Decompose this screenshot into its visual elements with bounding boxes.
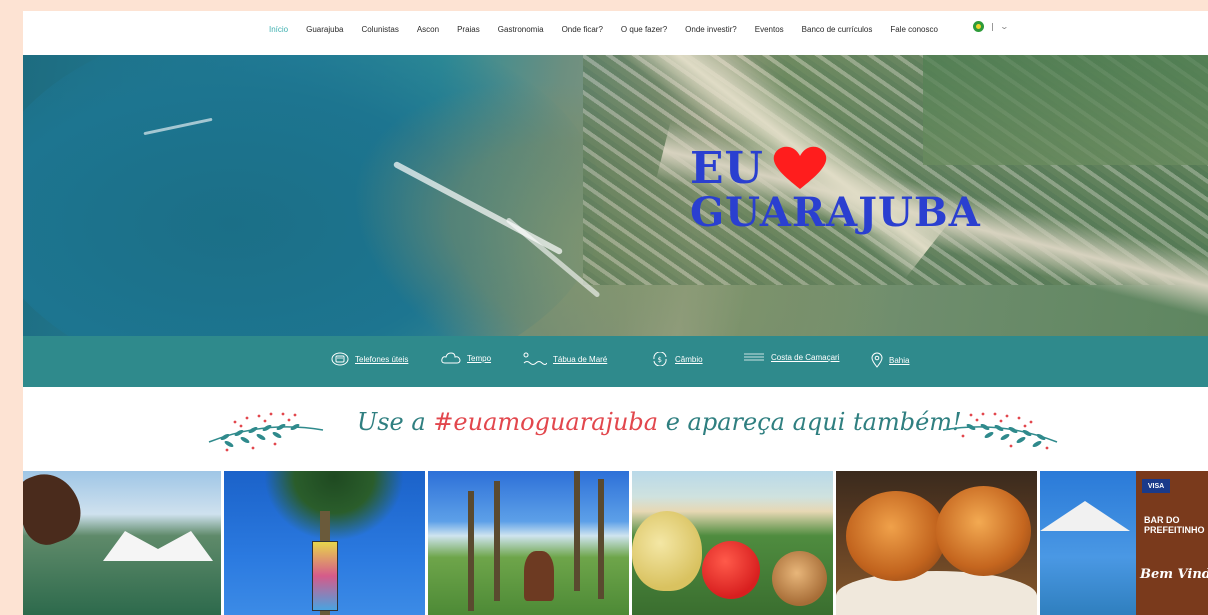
gallery-photo-palm-lawn[interactable] — [428, 471, 629, 615]
info-link-bahia[interactable]: Bahia — [871, 352, 909, 368]
photo-hand — [23, 471, 90, 552]
photo-plate — [836, 571, 1037, 615]
hero-title-line1: EU — [690, 142, 764, 194]
language-selector[interactable]: ⌄ — [973, 21, 1009, 32]
photo-roast-chicken — [936, 486, 1031, 576]
svg-text:$: $ — [658, 356, 662, 364]
nav-item-onde-investir[interactable]: Onde investir? — [685, 25, 737, 34]
top-navigation: Início Guarajuba Colunistas Ascon Praias… — [23, 11, 1208, 55]
info-link-telefones[interactable]: Telefones úteis — [331, 352, 408, 366]
photo-palm-leaves — [264, 471, 404, 541]
info-link-tabua-de-mare[interactable]: Tábua de Maré — [523, 352, 607, 366]
nav-item-gastronomia[interactable]: Gastronomia — [498, 25, 544, 34]
hashtag-banner: Use a #euamoguarajuba e apareça aqui tam… — [23, 387, 1208, 471]
gallery-photo-event-tents[interactable] — [23, 471, 221, 615]
info-link-tempo[interactable]: Tempo — [441, 352, 491, 364]
nav-item-o-que-fazer[interactable]: O que fazer? — [621, 25, 667, 34]
nav-item-banco-de-curriculos[interactable]: Banco de currículos — [802, 25, 873, 34]
info-link-cambio[interactable]: $ Câmbio — [651, 352, 703, 366]
nav-item-ascon[interactable]: Ascon — [417, 25, 439, 34]
photo-palm-trunk — [468, 491, 474, 611]
cloud-icon — [441, 352, 461, 364]
currency-exchange-icon: $ — [653, 352, 667, 366]
gallery-photo-beach-buoys[interactable] — [632, 471, 833, 615]
info-label: Câmbio — [675, 354, 703, 364]
gallery-photo-roast-chicken[interactable] — [836, 471, 1037, 615]
photo-person — [524, 551, 554, 601]
photo-roast-chicken — [846, 491, 946, 581]
hashtag-link[interactable]: #euamoguarajuba — [433, 408, 658, 436]
nav-item-fale-conosco[interactable]: Fale conosco — [890, 25, 938, 34]
gallery-photo-bar-sign[interactable]: VISA BAR DO PREFEITINHO Bem Vindo — [1040, 471, 1208, 615]
photo-buoy — [632, 511, 702, 591]
info-label: Telefones úteis — [355, 354, 409, 364]
gallery-photo-palm-sign[interactable] — [224, 471, 425, 615]
banner-suffix: e apareça aqui também! — [658, 408, 962, 436]
banner-prefix: Use a — [357, 408, 434, 436]
photo-palm-trunk — [598, 479, 604, 599]
leaf-branch-icon — [208, 412, 324, 452]
coast-lines-icon — [744, 353, 764, 361]
leaf-branch-icon — [942, 412, 1058, 450]
nav-item-eventos[interactable]: Eventos — [755, 25, 784, 34]
chevron-down-icon[interactable]: ⌄ — [1000, 22, 1009, 31]
nav-item-praias[interactable]: Praias — [457, 25, 480, 34]
visa-sign: VISA — [1142, 479, 1170, 493]
photo-palm-trunk — [574, 471, 580, 591]
bar-sign-text: BAR DO PREFEITINHO — [1144, 515, 1205, 535]
photo-umbrella — [1040, 501, 1130, 531]
welcome-sign-text: Bem Vindo — [1140, 567, 1208, 582]
info-link-costa-de-camacari[interactable]: Costa de Camaçari — [743, 352, 839, 362]
hero-title: EU GUARAJUBA — [690, 145, 981, 234]
nav-item-guarajuba[interactable]: Guarajuba — [306, 25, 343, 34]
hero-title-line2: GUARAJUBA — [690, 189, 981, 236]
nav-item-colunistas[interactable]: Colunistas — [361, 25, 398, 34]
info-label: Tempo — [467, 353, 492, 363]
nav-menu: Início Guarajuba Colunistas Ascon Praias… — [269, 25, 956, 34]
info-bar: Telefones úteis Tempo Tábua de Maré $ Câ… — [23, 336, 1208, 387]
photo-red-buoy — [702, 541, 760, 599]
tide-wave-icon — [523, 352, 547, 365]
telephone-icon — [331, 352, 349, 366]
info-label: Costa de Camaçari — [771, 352, 840, 362]
photo-net-buoy — [772, 551, 827, 606]
info-label: Tábua de Maré — [553, 354, 608, 364]
instagram-gallery: VISA BAR DO PREFEITINHO Bem Vindo — [23, 471, 1208, 615]
hashtag-banner-text: Use a #euamoguarajuba e apareça aqui tam… — [357, 408, 962, 436]
hero-banner: EU GUARAJUBA — [23, 55, 1208, 336]
photo-colorful-sign — [312, 541, 338, 611]
heart-icon — [773, 146, 827, 189]
language-separator — [992, 22, 993, 31]
nav-item-onde-ficar[interactable]: Onde ficar? — [562, 25, 603, 34]
photo-palm-trunk — [494, 481, 500, 601]
map-pin-icon — [871, 352, 883, 368]
brazil-flag-icon — [973, 21, 984, 32]
info-label: Bahia — [889, 355, 910, 365]
photo-tents — [103, 531, 213, 561]
nav-item-inicio[interactable]: Início — [269, 25, 288, 34]
page: Início Guarajuba Colunistas Ascon Praias… — [23, 11, 1208, 615]
